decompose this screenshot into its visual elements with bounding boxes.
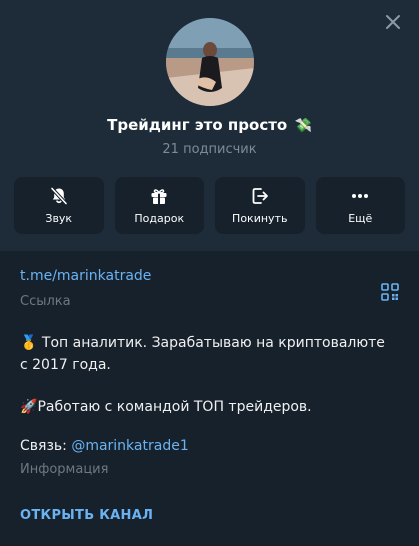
profile-header: Трейдинг это просто 💸 21 подписчик Звук … <box>0 0 419 251</box>
money-emoji-icon: 💸 <box>294 118 312 134</box>
bio-line-2: 🚀Работаю с командой ТОП трейдеров. <box>20 396 390 418</box>
channel-title: Трейдинг это просто <box>107 116 288 134</box>
contact-handle-link[interactable]: @marinkatrade1 <box>71 438 188 454</box>
avatar <box>166 18 254 106</box>
bell-off-icon <box>50 186 68 206</box>
leave-icon <box>252 188 268 204</box>
description-hint: Информация <box>20 462 109 477</box>
contact-line: Связь: @marinkatrade1 <box>20 438 189 454</box>
gift-button[interactable]: Подарок <box>114 177 204 234</box>
channel-title-row: Трейдинг это просто 💸 <box>0 116 419 134</box>
bio-line-1: 🥇 Топ аналитик. Зарабатываю на криптовал… <box>20 332 390 376</box>
channel-description: 🥇 Топ аналитик. Зарабатываю на криптовал… <box>20 332 390 418</box>
mute-button-label: Звук <box>45 212 73 225</box>
contact-prefix: Связь: <box>20 438 72 454</box>
gift-icon <box>151 189 167 204</box>
open-channel-button[interactable]: ОТКРЫТЬ КАНАЛ <box>20 508 153 523</box>
subscriber-count: 21 подписчик <box>162 142 257 157</box>
medal-emoji-icon: 🥇 <box>20 335 38 351</box>
rocket-emoji-icon: 🚀 <box>20 399 38 415</box>
action-bar: Звук Подарок Покинуть Ещё <box>14 177 405 234</box>
bio-line-2-text: Работаю с командой ТОП трейдеров. <box>37 399 312 415</box>
leave-button-label: Покинуть <box>232 212 288 225</box>
close-icon[interactable] <box>383 12 403 32</box>
gift-button-label: Подарок <box>134 212 185 225</box>
qr-code-icon[interactable] <box>380 282 400 302</box>
more-button-label: Ещё <box>348 212 373 225</box>
mute-button[interactable]: Звук <box>14 177 104 234</box>
bio-line-1-text: Топ аналитик. Зарабатываю на криптовалют… <box>20 335 385 373</box>
leave-button[interactable]: Покинуть <box>215 177 305 234</box>
more-button[interactable]: Ещё <box>315 177 405 234</box>
link-hint: Ссылка <box>20 294 71 309</box>
more-icon <box>352 194 369 198</box>
link-section: t.me/marinkatrade Ссылка <box>20 268 400 309</box>
channel-link[interactable]: t.me/marinkatrade <box>20 268 400 288</box>
